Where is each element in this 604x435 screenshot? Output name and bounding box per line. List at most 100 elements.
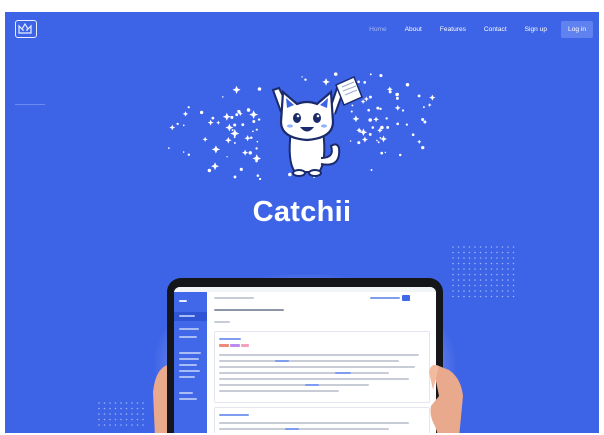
grid-dot — [120, 407, 122, 410]
nav-about[interactable]: About — [405, 26, 422, 33]
grid-dot — [131, 418, 133, 421]
grid-dot — [496, 284, 498, 287]
grid-dot — [142, 418, 144, 421]
grid-dot — [501, 279, 504, 281]
star-icon — [211, 145, 221, 154]
grid-dot — [474, 279, 476, 281]
star-dot — [398, 153, 402, 157]
star-dot — [255, 147, 258, 150]
star-dot — [252, 119, 256, 123]
star-dot — [241, 123, 245, 127]
grid-dot — [507, 262, 509, 265]
star-dot — [257, 118, 261, 121]
grid-dot — [507, 246, 509, 248]
grid-dot — [463, 268, 465, 270]
landing-page: Home About Features Contact Sign up Log … — [5, 12, 599, 433]
grid-dot — [512, 290, 515, 292]
grid-dot — [485, 279, 487, 281]
right-hand-image — [429, 364, 463, 433]
nav-contact[interactable]: Contact — [484, 26, 507, 33]
grid-dot — [512, 251, 515, 254]
grid-dot — [479, 251, 482, 254]
star-dot — [258, 177, 262, 181]
grid-dot — [114, 407, 117, 410]
decorative-line — [15, 104, 45, 105]
star-icon — [211, 162, 220, 171]
grid-dot — [501, 268, 504, 270]
grid-dot — [452, 251, 454, 254]
star-dot — [401, 109, 405, 112]
grid-dot — [463, 273, 465, 276]
grid-dot — [98, 418, 100, 421]
star-icon — [394, 104, 401, 111]
grid-dot — [485, 295, 487, 298]
grid-dot — [109, 424, 111, 426]
grid-dot — [468, 257, 471, 259]
brand-title: Catchii — [252, 196, 352, 228]
grid-dot — [490, 251, 493, 254]
grid-dot — [490, 257, 493, 259]
grid-dot — [468, 268, 471, 270]
site-logo[interactable] — [15, 20, 37, 38]
grid-dot — [125, 407, 128, 410]
grid-dot — [468, 284, 471, 287]
star-dot — [252, 130, 254, 133]
app-screenshot — [174, 287, 436, 433]
star-dot — [379, 107, 382, 111]
star-dot — [233, 141, 236, 144]
star-dot — [256, 174, 260, 177]
grid-dot — [512, 284, 515, 287]
grid-dot — [474, 268, 476, 270]
grid-dot — [136, 402, 139, 404]
grid-dot — [490, 279, 493, 281]
grid-dot — [507, 273, 509, 276]
star-dot — [369, 73, 372, 76]
star-dot — [370, 169, 373, 171]
grid-dot — [485, 273, 487, 276]
grid-dot — [468, 273, 471, 276]
grid-dot — [468, 279, 471, 281]
nav-features[interactable]: Features — [440, 26, 466, 33]
star-dot — [182, 124, 185, 127]
grid-dot — [463, 251, 465, 254]
star-icon — [222, 112, 231, 121]
star-dot — [421, 117, 425, 121]
grid-dot — [474, 251, 476, 254]
grid-dot — [485, 284, 487, 287]
app-status-bar — [174, 287, 436, 292]
nav-signup[interactable]: Sign up — [525, 26, 547, 33]
grid-dot — [103, 418, 106, 421]
app-main-pane — [210, 295, 432, 433]
login-button[interactable]: Log in — [561, 20, 593, 38]
dot-grid-decoration — [98, 402, 144, 426]
grid-dot — [463, 279, 465, 281]
star-dot — [248, 151, 252, 155]
grid-dot — [457, 268, 460, 270]
star-dot — [411, 133, 415, 137]
grid-dot — [109, 413, 111, 415]
grid-dot — [452, 257, 454, 259]
grid-dot — [103, 424, 106, 426]
grid-dot — [479, 257, 482, 259]
grid-dot — [125, 413, 128, 415]
star-dot — [187, 106, 190, 109]
star-dot — [380, 151, 384, 155]
grid-dot — [120, 413, 122, 415]
star-dot — [371, 126, 375, 129]
star-icon — [244, 134, 251, 142]
grid-dot — [501, 262, 504, 265]
grid-dot — [485, 262, 487, 265]
star-icon — [352, 115, 360, 123]
nav-home[interactable]: Home — [369, 26, 387, 33]
grid-dot — [136, 424, 139, 426]
grid-dot — [457, 290, 460, 292]
grid-dot — [507, 268, 509, 270]
star-dot — [379, 74, 383, 78]
grid-dot — [142, 407, 144, 410]
grid-dot — [485, 257, 487, 259]
grid-dot — [468, 262, 471, 265]
star-dot — [377, 141, 380, 144]
grid-dot — [501, 290, 504, 292]
grid-dot — [474, 262, 476, 265]
grid-dot — [114, 402, 117, 404]
